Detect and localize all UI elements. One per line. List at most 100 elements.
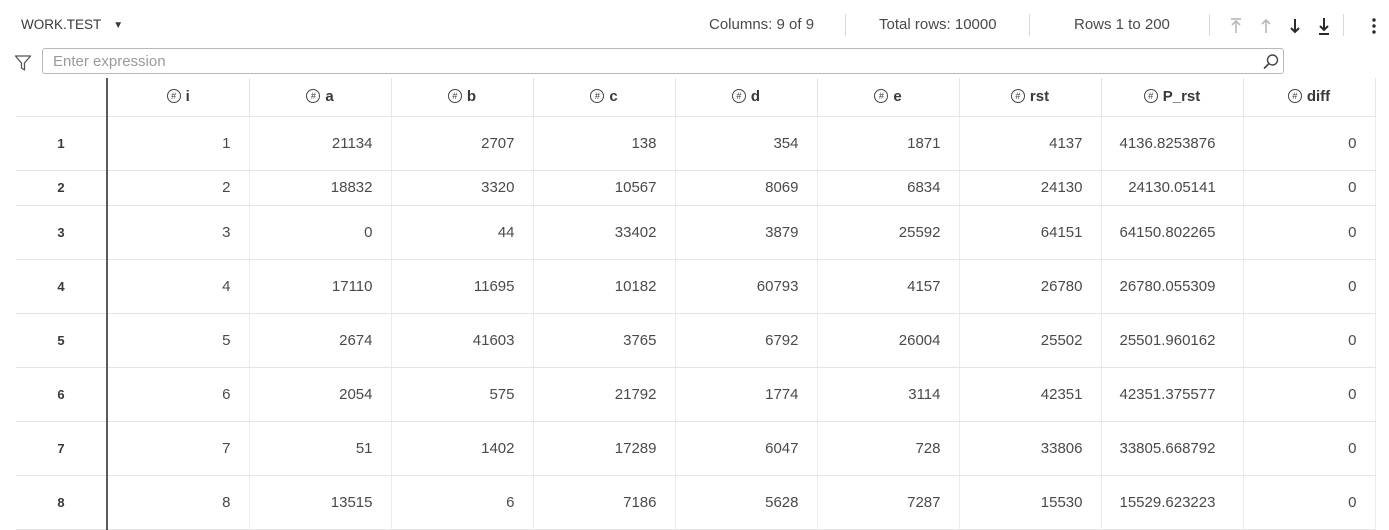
table-row[interactable]: 8 8 13515 6 7186 5628 7287 15530 15529.6…: [16, 475, 1376, 530]
table-cell[interactable]: 2674: [249, 313, 392, 368]
table-cell[interactable]: 1871: [817, 116, 960, 171]
table-cell[interactable]: 33806: [959, 421, 1102, 476]
table-cell[interactable]: 728: [817, 421, 960, 476]
more-options-icon[interactable]: [1364, 14, 1384, 38]
column-header[interactable]: # i: [107, 78, 250, 117]
table-cell[interactable]: 6792: [675, 313, 818, 368]
data-grid[interactable]: # i # a # b # c # d # e # rst # P_rst # diff 1 1 …: [16, 78, 1376, 530]
table-cell[interactable]: 42351.375577: [1101, 367, 1244, 422]
table-cell[interactable]: 26780: [959, 259, 1102, 314]
filter-icon[interactable]: [14, 54, 32, 72]
next-page-icon[interactable]: [1285, 14, 1305, 38]
table-cell[interactable]: 18832: [249, 170, 392, 206]
column-header[interactable]: # rst: [959, 78, 1102, 117]
column-header[interactable]: # e: [817, 78, 960, 117]
table-cell[interactable]: 42351: [959, 367, 1102, 422]
table-cell[interactable]: 7287: [817, 475, 960, 530]
last-page-icon[interactable]: [1314, 14, 1334, 38]
table-cell[interactable]: 51: [249, 421, 392, 476]
table-row[interactable]: 2 2 18832 3320 10567 8069 6834 24130 241…: [16, 170, 1376, 206]
table-cell[interactable]: 1: [107, 116, 250, 171]
table-cell[interactable]: 26004: [817, 313, 960, 368]
table-cell[interactable]: 44: [391, 205, 534, 260]
table-cell[interactable]: 3114: [817, 367, 960, 422]
search-icon[interactable]: [1262, 53, 1280, 71]
table-cell[interactable]: 3765: [533, 313, 676, 368]
table-cell[interactable]: 4157: [817, 259, 960, 314]
table-row[interactable]: 6 6 2054 575 21792 1774 3114 42351 42351…: [16, 367, 1376, 422]
previous-page-icon[interactable]: [1256, 14, 1276, 38]
table-cell[interactable]: 6: [391, 475, 534, 530]
table-cell[interactable]: 575: [391, 367, 534, 422]
table-cell[interactable]: 2707: [391, 116, 534, 171]
table-cell[interactable]: 138: [533, 116, 676, 171]
table-cell[interactable]: 64151: [959, 205, 1102, 260]
table-row[interactable]: 4 4 17110 11695 10182 60793 4157 26780 2…: [16, 259, 1376, 314]
column-header[interactable]: # d: [675, 78, 818, 117]
table-cell[interactable]: 3879: [675, 205, 818, 260]
table-cell[interactable]: 17110: [249, 259, 392, 314]
table-cell[interactable]: 17289: [533, 421, 676, 476]
first-page-icon[interactable]: [1226, 14, 1246, 38]
column-header[interactable]: # b: [391, 78, 534, 117]
table-cell[interactable]: 0: [1243, 170, 1376, 206]
table-cell[interactable]: 24130: [959, 170, 1102, 206]
table-row[interactable]: 7 7 51 1402 17289 6047 728 33806 33805.6…: [16, 421, 1376, 476]
table-cell[interactable]: 354: [675, 116, 818, 171]
table-cell[interactable]: 41603: [391, 313, 534, 368]
table-row[interactable]: 3 3 0 44 33402 3879 25592 64151 64150.80…: [16, 205, 1376, 260]
table-cell[interactable]: 0: [1243, 421, 1376, 476]
table-cell[interactable]: 0: [1243, 475, 1376, 530]
table-row[interactable]: 5 5 2674 41603 3765 6792 26004 25502 255…: [16, 313, 1376, 368]
column-header[interactable]: # diff: [1243, 78, 1376, 117]
table-cell[interactable]: 1402: [391, 421, 534, 476]
table-cell[interactable]: 6: [107, 367, 250, 422]
column-header[interactable]: # P_rst: [1101, 78, 1244, 117]
table-cell[interactable]: 4: [107, 259, 250, 314]
table-cell[interactable]: 13515: [249, 475, 392, 530]
table-cell[interactable]: 64150.802265: [1101, 205, 1244, 260]
table-cell[interactable]: 25502: [959, 313, 1102, 368]
table-cell[interactable]: 2: [107, 170, 250, 206]
table-cell[interactable]: 10182: [533, 259, 676, 314]
filter-expression-input[interactable]: [42, 48, 1284, 74]
table-cell[interactable]: 25592: [817, 205, 960, 260]
columns-count[interactable]: Columns: 9 of 9: [709, 16, 814, 33]
table-cell[interactable]: 26780.055309: [1101, 259, 1244, 314]
table-cell[interactable]: 5628: [675, 475, 818, 530]
table-cell[interactable]: 5: [107, 313, 250, 368]
dataset-selector[interactable]: WORK.TEST ▼: [21, 17, 123, 32]
table-cell[interactable]: 8069: [675, 170, 818, 206]
table-cell[interactable]: 21134: [249, 116, 392, 171]
table-cell[interactable]: 15529.623223: [1101, 475, 1244, 530]
table-cell[interactable]: 7186: [533, 475, 676, 530]
table-cell[interactable]: 7: [107, 421, 250, 476]
table-cell[interactable]: 11695: [391, 259, 534, 314]
table-cell[interactable]: 15530: [959, 475, 1102, 530]
table-cell[interactable]: 0: [1243, 205, 1376, 260]
table-cell[interactable]: 21792: [533, 367, 676, 422]
table-cell[interactable]: 33402: [533, 205, 676, 260]
table-cell[interactable]: 2054: [249, 367, 392, 422]
table-cell[interactable]: 25501.960162: [1101, 313, 1244, 368]
table-cell[interactable]: 60793: [675, 259, 818, 314]
table-cell[interactable]: 0: [1243, 259, 1376, 314]
table-cell[interactable]: 8: [107, 475, 250, 530]
table-cell[interactable]: 1774: [675, 367, 818, 422]
table-cell[interactable]: 6834: [817, 170, 960, 206]
table-cell[interactable]: 0: [1243, 116, 1376, 171]
table-cell[interactable]: 4137: [959, 116, 1102, 171]
table-cell[interactable]: 3320: [391, 170, 534, 206]
table-cell[interactable]: 4136.8253876: [1101, 116, 1244, 171]
table-cell[interactable]: 0: [1243, 367, 1376, 422]
table-cell[interactable]: 0: [1243, 313, 1376, 368]
table-cell[interactable]: 3: [107, 205, 250, 260]
table-row[interactable]: 1 1 21134 2707 138 354 1871 4137 4136.82…: [16, 116, 1376, 171]
table-cell[interactable]: 24130.05141: [1101, 170, 1244, 206]
column-header[interactable]: # c: [533, 78, 676, 117]
table-cell[interactable]: 0: [249, 205, 392, 260]
table-cell[interactable]: 33805.668792: [1101, 421, 1244, 476]
column-header[interactable]: # a: [249, 78, 392, 117]
table-cell[interactable]: 10567: [533, 170, 676, 206]
table-cell[interactable]: 6047: [675, 421, 818, 476]
